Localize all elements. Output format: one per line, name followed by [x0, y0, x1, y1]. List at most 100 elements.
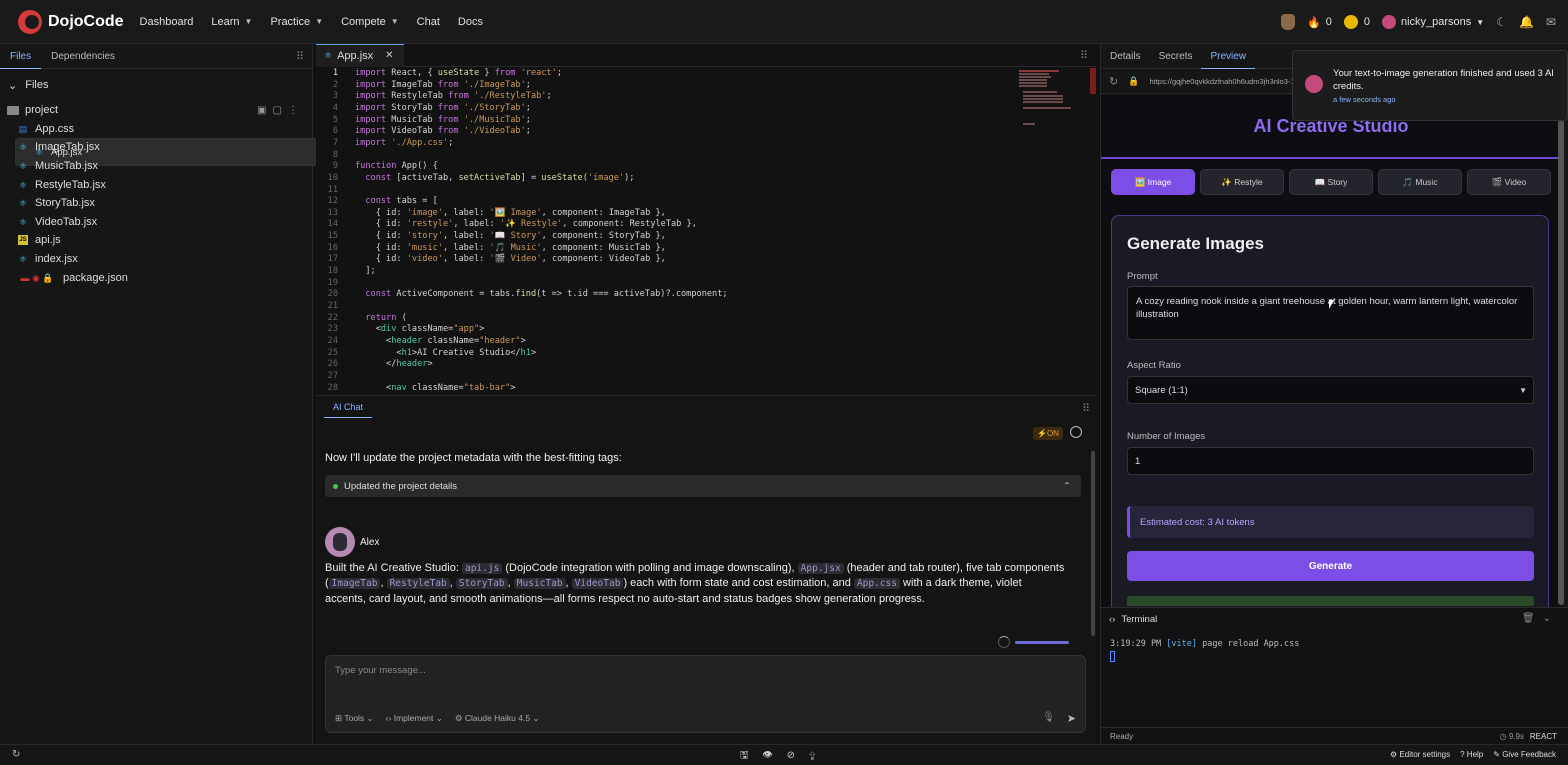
- code-line: </header>: [355, 359, 433, 370]
- user-avatar: [1381, 15, 1396, 29]
- chevron-up-icon[interactable]: ⌃: [1063, 481, 1071, 492]
- tab-preview[interactable]: Preview: [1201, 44, 1256, 69]
- model-select[interactable]: ⚙ Claude Haiku 4.5 ⌄: [455, 713, 540, 724]
- mic-icon[interactable]: 🎙: [1042, 712, 1055, 723]
- lock-icon: ▬ ◉ 🔒: [20, 272, 54, 283]
- preview-tab[interactable]: 📖 Story: [1289, 169, 1373, 195]
- line-number: 2: [332, 79, 338, 90]
- code-line: <h1>AI Creative Studio</h1>: [355, 347, 537, 358]
- file-item[interactable]: ⚛ VideoTab.jsx: [0, 213, 312, 232]
- prompt-textarea[interactable]: A cozy reading nook inside a giant treeh…: [1127, 286, 1534, 340]
- file-name: MusicTab.jsx: [35, 160, 98, 173]
- drag-handle-icon[interactable]: ⠿: [296, 50, 304, 63]
- progress-bar: [1015, 641, 1069, 644]
- status-step[interactable]: Updated the project details ⌃: [325, 475, 1081, 497]
- bell-icon[interactable]: 🔔: [1519, 15, 1534, 29]
- line-number: 13: [327, 207, 338, 218]
- preview-tab[interactable]: 🖼️ Image: [1111, 169, 1195, 195]
- mode-select[interactable]: ‹› Implement ⌄: [386, 713, 443, 724]
- reload-icon[interactable]: ↻: [1109, 75, 1118, 88]
- tools-button[interactable]: ⊞ Tools ⌄: [335, 713, 374, 724]
- aspect-select[interactable]: Square (1:1) ▼: [1127, 376, 1534, 404]
- code-line: { id: 'music', label: '🎵 Music', compone…: [355, 242, 666, 253]
- preview-scrollbar[interactable]: [1558, 120, 1564, 605]
- tab-files[interactable]: Files: [0, 44, 42, 69]
- message-author: Alex: [325, 527, 379, 557]
- tab-dependencies[interactable]: Dependencies: [41, 44, 125, 69]
- new-file-icon[interactable]: ▣▢⋮: [257, 105, 304, 116]
- editor-settings-button[interactable]: ⚙ Editor settings: [1390, 750, 1450, 759]
- file-item[interactable]: ⚛ MusicTab.jsx: [0, 157, 312, 176]
- preview-tab[interactable]: ✨ Restyle: [1200, 169, 1284, 195]
- text-part: ,: [449, 577, 456, 590]
- nav-link-practice[interactable]: Practice ▼: [270, 16, 323, 28]
- preview-url[interactable]: https://gqjhe0qvkkdzfnah0h6udm3jh3nlo3-1: [1149, 77, 1294, 86]
- close-icon[interactable]: ✕: [385, 50, 393, 61]
- file-item[interactable]: ⚛ index.jsx: [0, 250, 312, 269]
- drag-handle-icon[interactable]: ⠿: [1082, 402, 1090, 415]
- preview-tab[interactable]: 🎬 Video: [1467, 169, 1551, 195]
- feedback-label: Give Feedback: [1502, 750, 1556, 759]
- file-item[interactable]: ▤ App.css: [0, 120, 312, 139]
- editor-scrollbar[interactable]: [1090, 68, 1096, 94]
- brand-logo[interactable]: DojoCode: [18, 9, 124, 34]
- file-item[interactable]: ⚛ RestyleTab.jsx: [0, 175, 312, 194]
- num-images-input[interactable]: 1: [1127, 447, 1534, 475]
- user-menu[interactable]: nicky_parsons ▼: [1381, 15, 1484, 29]
- file-name: VideoTab.jsx: [35, 215, 98, 228]
- file-item[interactable]: ⚛ StoryTab.jsx: [0, 194, 312, 213]
- trash-icon[interactable]: 🗑⌄: [1522, 613, 1559, 624]
- code-line: return (: [365, 312, 407, 323]
- coin-counter[interactable]: 0: [1343, 15, 1370, 29]
- code-snippet: RestyleTab: [386, 578, 450, 590]
- code-line: <div className="app">: [355, 324, 485, 335]
- nav-link-compete[interactable]: Compete ▼: [341, 16, 399, 28]
- file-item[interactable]: JS api.js: [0, 231, 312, 250]
- file-item[interactable]: ⚛ ImageTab.jsx: [0, 138, 312, 157]
- chat-scrollbar[interactable]: [1091, 451, 1095, 636]
- nav-link-label: Practice: [270, 15, 311, 28]
- chevron-down-icon: ▼: [1519, 385, 1527, 395]
- help-label: Help: [1466, 750, 1484, 759]
- top-navbar: DojoCode Dashboard Learn ▼ Practice ▼ Compete…: [0, 0, 1568, 44]
- nav-link-dashboard[interactable]: Dashboard: [140, 16, 194, 28]
- tools-icon: ⊞: [335, 713, 345, 723]
- preview-tab[interactable]: 🎵 Music: [1378, 169, 1462, 195]
- tab-ai-chat[interactable]: AI Chat: [324, 396, 373, 418]
- chat-toolbar: ⊞ Tools ⌄ ‹› Implement ⌄ ⚙ Claude Haiku …: [335, 713, 552, 724]
- sidebar-tabs: Files Dependencies ⠿: [0, 44, 312, 69]
- generate-button[interactable]: Generate: [1127, 551, 1534, 581]
- toast-message: Your text-to-image generation finished a…: [1333, 68, 1554, 92]
- auto-mode-badge[interactable]: ⚡ON: [1033, 427, 1063, 440]
- streak-counter[interactable]: 🔥 0: [1307, 16, 1332, 29]
- editor-tab-app-jsx[interactable]: ⚛ App.jsx ✕: [316, 43, 404, 67]
- line-number: 8: [332, 149, 338, 160]
- help-button[interactable]: ? Help: [1460, 750, 1483, 759]
- nav-link-learn[interactable]: Learn ▼: [211, 16, 252, 28]
- nav-link-chat[interactable]: Chat: [417, 16, 440, 28]
- mode-label: Implement: [393, 713, 434, 723]
- code-line: { id: 'restyle', label: '✨ Restyle', com…: [355, 219, 697, 230]
- terminal-cursor[interactable]: [1110, 651, 1115, 662]
- moon-icon[interactable]: ☾: [1496, 15, 1507, 29]
- drag-handle-icon[interactable]: ⠿: [1080, 49, 1088, 62]
- status-ready: Ready: [1110, 731, 1134, 741]
- project-folder[interactable]: project ▣▢⋮: [0, 101, 312, 120]
- minimap[interactable]: [1019, 68, 1089, 128]
- file-item[interactable]: ▬ ◉ 🔒 package.json: [0, 268, 312, 287]
- tab-details[interactable]: Details: [1101, 44, 1150, 69]
- chat-input[interactable]: Type your message... ⊞ Tools ⌄ ‹› Implem…: [325, 655, 1086, 733]
- inventory-button[interactable]: [1281, 14, 1296, 30]
- notification-toast[interactable]: Your text-to-image generation finished a…: [1292, 50, 1568, 121]
- mail-icon[interactable]: ✉: [1546, 15, 1556, 29]
- feedback-button[interactable]: ✎ Give Feedback: [1493, 750, 1556, 759]
- send-icon[interactable]: ➤: [1067, 712, 1076, 725]
- tab-secrets[interactable]: Secrets: [1150, 44, 1202, 69]
- files-header[interactable]: ⌄ Files: [0, 69, 312, 101]
- toolbar-icons[interactable]: 🖫👁⊘⇪: [740, 748, 830, 765]
- history-icon[interactable]: [1070, 426, 1082, 438]
- refresh-icon[interactable]: ↻: [12, 749, 20, 760]
- code-line: const tabs = [: [365, 196, 438, 207]
- line-number: 20: [327, 289, 338, 300]
- nav-link-docs[interactable]: Docs: [458, 16, 483, 28]
